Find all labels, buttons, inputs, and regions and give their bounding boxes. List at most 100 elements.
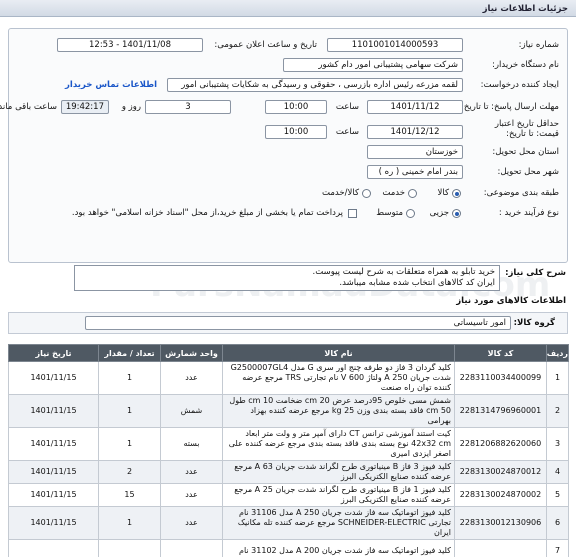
item-code: 2281206882620060	[454, 427, 547, 461]
item-unit: عدد	[160, 460, 223, 484]
item-date: 1401/11/15	[8, 483, 99, 507]
treasury-bonds-checkbox[interactable]	[348, 209, 357, 218]
price-validity-time-field: 10:00	[265, 125, 327, 139]
item-quantity: 15	[98, 483, 161, 507]
item-code	[454, 539, 547, 557]
item-code: 2283130024870012	[454, 460, 547, 484]
city-field: بندر امام خمینی ( ره )	[367, 165, 463, 179]
item-code: 2283130024870002	[454, 483, 547, 507]
price-validity-time-label: ساعت	[335, 127, 359, 137]
price-validity-label: حداقل تاریخ اعتبار	[494, 119, 559, 129]
col-header-row-number[interactable]: ردیف	[546, 344, 569, 362]
table-row: 1 2283110034400099 کلید گردان 3 فاز دو ط…	[8, 361, 569, 395]
item-name: کلید فیوز اتوماتیک سه فاز شدت جریان 200 …	[222, 539, 455, 557]
creator-field: لقمه مزرعه رئیس اداره بازرسی ، حقوقی و ر…	[167, 78, 463, 92]
table-row: 3 2281206882620060 کیت استند آموزشی تران…	[8, 427, 569, 461]
row-number: 4	[546, 460, 569, 484]
purchase-type-minor-radio[interactable]	[452, 209, 461, 218]
creator-label: ایجاد کننده درخواست:	[480, 80, 559, 90]
item-name: کلید فیوز 3 فاز B مینیاتوری طرح لگراند ش…	[222, 460, 455, 484]
item-name: کیت استند آموزشی ترانس CT دارای آمپر متر…	[222, 427, 455, 461]
item-quantity: 1	[98, 361, 161, 395]
item-unit: شمش	[160, 394, 223, 428]
item-name: کلید گردان 3 فاز دو طرفه چنج اور سری G م…	[222, 361, 455, 395]
item-quantity: 2	[98, 460, 161, 484]
description-label: شرح کلی نیاز:	[505, 268, 566, 278]
need-number-field: 1101001014000593	[327, 38, 463, 52]
description-field: خرید تابلو به همراه متعلقات به شرح لیست …	[74, 265, 500, 291]
item-quantity: 1	[98, 427, 161, 461]
classification-goods-service-label: کالا/خدمت	[322, 188, 359, 198]
row-number: 6	[546, 506, 569, 540]
window-title: جزئیات اطلاعات نیاز	[0, 0, 576, 17]
col-header-unit[interactable]: واحد شمارش	[160, 344, 223, 362]
item-name: شمش مسی خلوص 95درصد عرض 20 cm ضخامت 10 c…	[222, 394, 455, 428]
purchase-type-minor-label: جزیی	[429, 208, 449, 218]
table-row: 7 کلید فیوز اتوماتیک سه فاز شدت جریان 20…	[8, 539, 569, 557]
goods-table: ردیف کد کالا نام کالا واحد شمارش تعداد /…	[8, 344, 569, 557]
days-label: روز و	[121, 102, 141, 112]
description-line-2: ایران کد کالاهای انتخاب شده مشابه میباشد…	[339, 278, 495, 288]
announce-datetime-label: تاریخ و ساعت اعلان عمومی:	[214, 40, 317, 50]
item-quantity: 1	[98, 506, 161, 540]
item-quantity: 1	[98, 394, 161, 428]
city-label: شهر محل تحویل:	[497, 167, 559, 177]
table-row: 5 2283130024870002 کلید فیوز 1 فاز B مین…	[8, 483, 569, 507]
item-name: کلید فیوز اتوماتیک سه فاز شدت جریان 250 …	[222, 506, 455, 540]
purchase-type-medium-radio[interactable]	[406, 209, 415, 218]
item-date: 1401/11/15	[8, 460, 99, 484]
item-quantity	[98, 539, 161, 557]
announce-datetime-field: 1401/11/08 - 12:53	[57, 38, 203, 52]
col-header-name[interactable]: نام کالا	[222, 344, 455, 362]
item-unit	[160, 539, 223, 557]
row-number: 1	[546, 361, 569, 395]
description-line-1: خرید تابلو به همراه متعلقات به شرح لیست …	[312, 267, 495, 277]
item-unit: عدد	[160, 361, 223, 395]
classification-goods-radio[interactable]	[452, 189, 461, 198]
classification-service-label: خدمت	[382, 188, 405, 198]
time-remaining-field: 19:42:17	[61, 100, 109, 114]
col-header-quantity[interactable]: تعداد / مقدار	[98, 344, 161, 362]
item-unit: عدد	[160, 506, 223, 540]
item-date: 1401/11/15	[8, 427, 99, 461]
col-header-code[interactable]: کد کالا	[454, 344, 547, 362]
purchase-type-medium-label: متوسط	[376, 208, 403, 218]
price-validity-date-field: 1401/12/12	[367, 125, 463, 139]
classification-goods-label: کالا	[437, 188, 449, 198]
goods-group-bar: گروه کالا: امور تاسیساتی	[8, 312, 568, 334]
classification-service-radio[interactable]	[408, 189, 417, 198]
buyer-contact-link[interactable]: اطلاعات تماس خریدار	[65, 80, 157, 90]
reply-date-field: 1401/11/12	[367, 100, 463, 114]
item-date	[8, 539, 99, 557]
item-code: 2283110034400099	[454, 361, 547, 395]
province-field: خوزستان	[367, 145, 463, 159]
row-number: 3	[546, 427, 569, 461]
reply-time-label: ساعت	[335, 102, 359, 112]
row-number: 2	[546, 394, 569, 428]
reply-deadline-label: مهلت ارسال پاسخ: تا تاریخ:	[461, 102, 559, 112]
need-details-panel: شماره نیاز: 1101001014000593 تاریخ و ساع…	[0, 28, 568, 263]
item-unit: عدد	[160, 483, 223, 507]
item-date: 1401/11/15	[8, 361, 99, 395]
item-unit: بسته	[160, 427, 223, 461]
col-header-date[interactable]: تاریخ نیاز	[8, 344, 99, 362]
row-number: 7	[546, 539, 569, 557]
table-row: 6 2283130012130906 کلید فیوز اتوماتیک سه…	[8, 506, 569, 540]
purchase-type-label: نوع فرآیند خرید :	[498, 208, 559, 218]
goods-group-field: امور تاسیساتی	[85, 316, 511, 330]
reply-time-field: 10:00	[265, 100, 327, 114]
table-header-row: ردیف کد کالا نام کالا واحد شمارش تعداد /…	[8, 344, 569, 362]
goods-group-label: گروه کالا:	[513, 318, 555, 328]
treasury-bonds-note: پرداخت تمام یا بخشی از مبلغ خرید،از محل …	[71, 208, 343, 218]
table-row: 4 2283130024870012 کلید فیوز 3 فاز B مین…	[8, 460, 569, 484]
item-name: کلید فیوز 1 فاز B مینیاتوری طرح لگراند ش…	[222, 483, 455, 507]
buyer-name-field: شرکت سهامی پشتیبانی امور دام کشور	[283, 58, 463, 72]
item-code: 2283130012130906	[454, 506, 547, 540]
classification-goods-service-radio[interactable]	[362, 189, 371, 198]
table-row: 2 2281314796960001 شمش مسی خلوص 95درصد ع…	[8, 394, 569, 428]
row-number: 5	[546, 483, 569, 507]
classification-label: طبقه بندی موضوعی:	[483, 188, 559, 198]
item-code: 2281314796960001	[454, 394, 547, 428]
remaining-label: ساعت باقی مانده	[0, 102, 57, 112]
buyer-name-label: نام دستگاه خریدار:	[492, 60, 559, 70]
